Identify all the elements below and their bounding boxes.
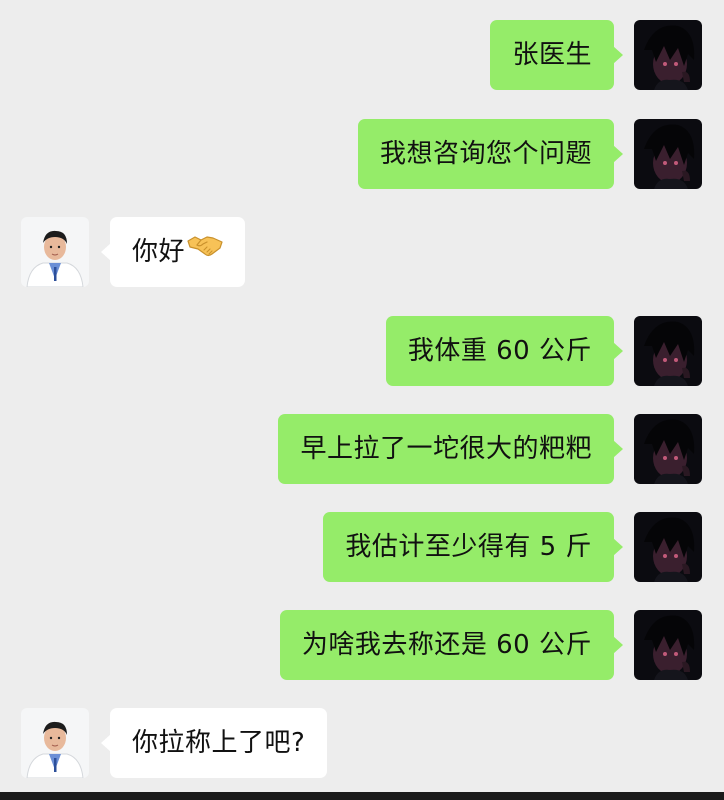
doctor-avatar[interactable] [21,708,89,778]
message-text: 我体重 60 公斤 [407,336,592,366]
my-avatar[interactable] [634,119,702,189]
my-message-bubble[interactable]: 我估计至少得有 5 斤 [323,512,623,582]
doctor-message-bubble[interactable]: 你好 [100,215,246,287]
my-avatar[interactable] [634,414,702,484]
message-text: 张医生 [512,40,592,70]
message-row-6: 我估计至少得有 5 斤 [0,512,724,582]
message-text: 你拉称上了吧? [132,728,306,758]
message-text: 你好 [132,237,186,267]
chat-thread: 张医生 我想咨询您个问题 你好 我体重 60 公斤 早上拉了一坨很大的粑粑 我估… [0,0,724,800]
my-avatar[interactable] [634,316,702,386]
doctor-message-bubble[interactable]: 你拉称上了吧? [100,708,328,778]
my-avatar[interactable] [634,610,702,680]
my-avatar[interactable] [634,20,702,90]
my-message-bubble[interactable]: 张医生 [490,20,623,90]
my-message-bubble[interactable]: 我想咨询您个问题 [357,119,624,189]
message-row-7: 为啥我去称还是 60 公斤 [0,610,724,680]
message-row-2: 我想咨询您个问题 [0,119,724,189]
message-text: 我估计至少得有 5 斤 [345,532,592,562]
my-message-bubble[interactable]: 早上拉了一坨很大的粑粑 [278,414,623,484]
message-row-3: 你好 [0,217,724,287]
bottom-edge [0,792,724,800]
message-text: 早上拉了一坨很大的粑粑 [300,434,592,464]
handshake-icon [187,215,223,285]
doctor-avatar[interactable] [21,217,89,287]
my-message-bubble[interactable]: 我体重 60 公斤 [385,316,624,386]
message-text: 我想咨询您个问题 [379,139,592,169]
message-row-1: 张医生 [0,20,724,90]
message-row-4: 我体重 60 公斤 [0,316,724,386]
message-row-5: 早上拉了一坨很大的粑粑 [0,414,724,484]
message-text: 为啥我去称还是 60 公斤 [301,630,592,660]
my-message-bubble[interactable]: 为啥我去称还是 60 公斤 [279,610,624,680]
message-row-8: 你拉称上了吧? [0,708,724,778]
my-avatar[interactable] [634,512,702,582]
